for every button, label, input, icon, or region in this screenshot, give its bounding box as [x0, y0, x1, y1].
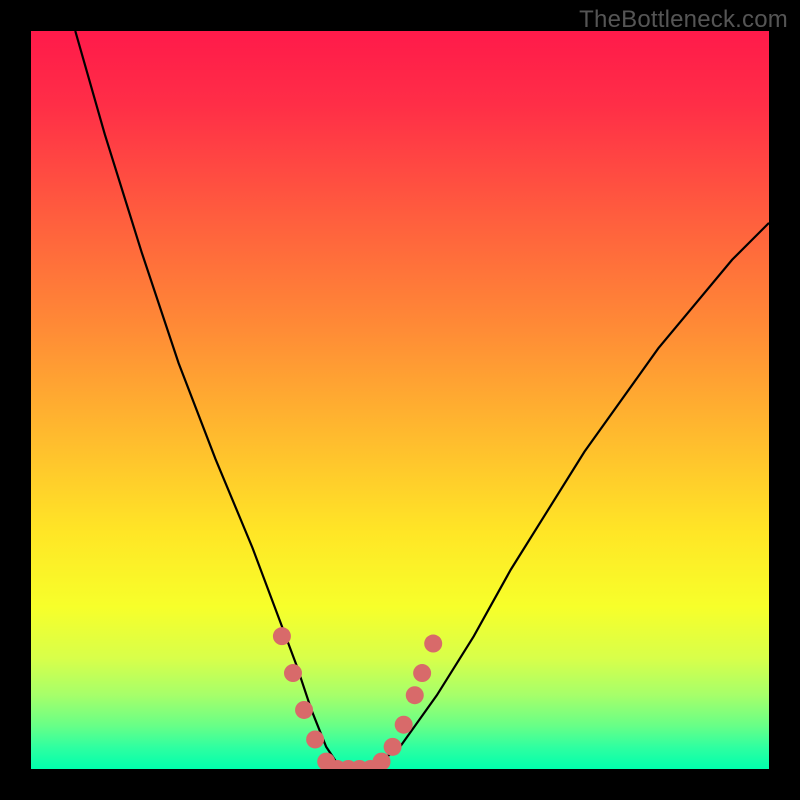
marker-dot	[306, 730, 324, 748]
watermark-text: TheBottleneck.com	[579, 6, 788, 34]
marker-dot	[295, 701, 313, 719]
gradient-background	[31, 31, 769, 769]
marker-dot	[395, 716, 413, 734]
marker-dot	[413, 664, 431, 682]
chart-svg	[31, 31, 769, 769]
marker-dot	[424, 635, 442, 653]
marker-dot	[384, 738, 402, 756]
marker-dot	[284, 664, 302, 682]
marker-dot	[406, 686, 424, 704]
chart-frame: TheBottleneck.com	[0, 0, 800, 800]
marker-dot	[273, 627, 291, 645]
plot-area	[31, 31, 769, 769]
